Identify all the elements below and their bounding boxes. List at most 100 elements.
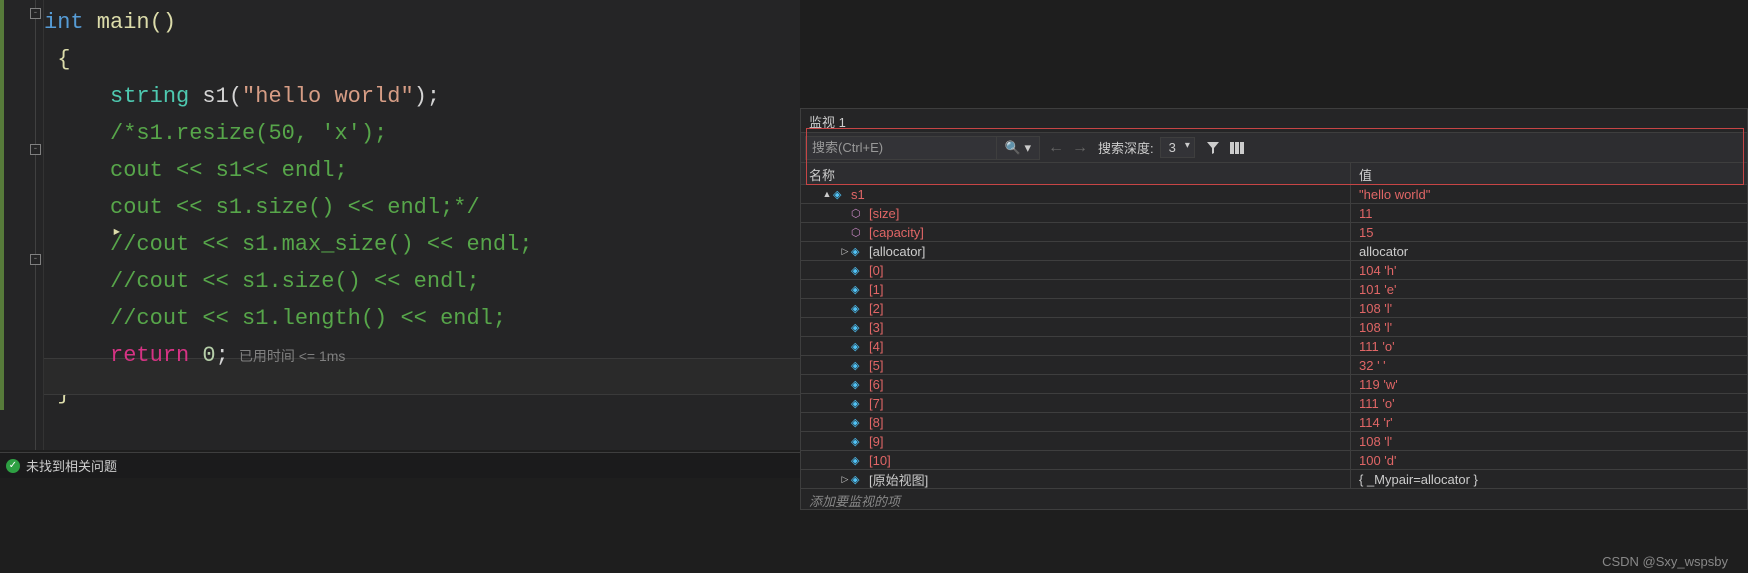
variable-value: 11	[1351, 206, 1747, 221]
row-name: ▷◈[0]	[801, 261, 1351, 279]
watch-header: 名称 值	[801, 163, 1747, 185]
cube-icon: ◈	[851, 416, 865, 429]
semicolon: ;	[216, 343, 229, 368]
nav-forward-icon[interactable]: →	[1068, 139, 1092, 157]
watch-row[interactable]: ▷◈[0]104 'h'	[801, 261, 1747, 280]
hexagon-icon: ⬡	[851, 207, 865, 220]
code-line: //cout << s1.length() << endl;	[44, 300, 800, 337]
status-text: 未找到相关问题	[26, 456, 117, 475]
watch-row[interactable]: ▷◈[1]101 'e'	[801, 280, 1747, 299]
fold-box-icon[interactable]: -	[30, 254, 41, 265]
variable-value: 108 'l'	[1351, 320, 1747, 335]
fn-main: main()	[84, 10, 176, 35]
watch-row[interactable]: ▷◈ [原始视图] { _Mypair=allocator }	[801, 470, 1747, 489]
search-depth-select[interactable]: 3	[1160, 137, 1195, 158]
variable-name: s1	[851, 187, 865, 202]
variable-name: [4]	[869, 339, 883, 354]
expander-icon[interactable]: ▷	[839, 246, 851, 257]
variable-name: [原始视图]	[869, 470, 928, 489]
code-content[interactable]: ▸ int main() { string s1("hello world");…	[44, 0, 800, 450]
cube-icon: ◈	[851, 264, 865, 277]
code-line: //cout << s1.max_size() << endl;	[44, 226, 800, 263]
watch-toolbar: 🔍 ▾ ← → 搜索深度: 3	[801, 133, 1747, 163]
search-box[interactable]: 🔍 ▾	[805, 136, 1040, 160]
watch-row[interactable]: ▷◈[allocator]allocator	[801, 242, 1747, 261]
watch-row[interactable]: ▷◈[2]108 'l'	[801, 299, 1747, 318]
variable-value: 114 'r'	[1351, 415, 1747, 430]
string-literal: "hello world"	[242, 84, 414, 109]
variable-value: 104 'h'	[1351, 263, 1747, 278]
watch-row[interactable]: ▷◈[6]119 'w'	[801, 375, 1747, 394]
fold-box-icon[interactable]: -	[30, 144, 41, 155]
code-line: string s1("hello world");	[44, 78, 800, 115]
watch-panel: 监视 1 🔍 ▾ ← → 搜索深度: 3 名称 值 ▲◈s1"hello wor…	[800, 108, 1748, 510]
watch-row[interactable]: ▷⬡[capacity]15	[801, 223, 1747, 242]
filter-icon[interactable]	[1205, 140, 1221, 156]
fold-guide-line	[35, 0, 36, 450]
cube-icon: ◈	[851, 397, 865, 410]
keyword-int: int	[44, 10, 84, 35]
fold-box-icon[interactable]: -	[30, 8, 41, 19]
watermark: CSDN @Sxy_wspsby	[1602, 554, 1728, 569]
watch-row[interactable]: ▷◈[8]114 'r'	[801, 413, 1747, 432]
expander-icon[interactable]: ▷	[839, 474, 851, 485]
watch-row[interactable]: ▷◈[9]108 'l'	[801, 432, 1747, 451]
cube-icon: ◈	[851, 302, 865, 315]
comment: //cout << s1.max_size() << endl;	[110, 232, 532, 257]
watch-row[interactable]: ▷◈[4]111 'o'	[801, 337, 1747, 356]
code-line: cout << s1<< endl;	[44, 152, 800, 189]
breakpoint-arrow-icon: ▸	[112, 214, 122, 251]
expander-icon[interactable]: ▲	[821, 189, 833, 199]
row-name: ▷◈[5]	[801, 356, 1351, 374]
variable-value: 108 'l'	[1351, 434, 1747, 449]
variable-name: [3]	[869, 320, 883, 335]
code-line: //cout << s1.size() << endl;	[44, 263, 800, 300]
row-name: ▷◈ [原始视图]	[801, 470, 1351, 488]
row-name: ▷◈[4]	[801, 337, 1351, 355]
search-icon[interactable]: 🔍 ▾	[996, 137, 1039, 159]
cube-icon: ◈	[851, 435, 865, 448]
watch-row[interactable]: ▷◈[5]32 ' '	[801, 356, 1747, 375]
nav-back-icon[interactable]: ←	[1044, 139, 1068, 157]
watch-row[interactable]: ▷◈[7]111 'o'	[801, 394, 1747, 413]
variable-name: [capacity]	[869, 225, 924, 240]
var-s1: s1	[189, 84, 229, 109]
comment: cout << s1.size() << endl;*/	[110, 195, 480, 220]
col-header-value[interactable]: 值	[1351, 163, 1747, 184]
code-line: /*s1.resize(50, 'x');	[44, 115, 800, 152]
variable-name: [2]	[869, 301, 883, 316]
row-name: ▷◈[7]	[801, 394, 1351, 412]
row-name: ▷⬡[size]	[801, 204, 1351, 222]
status-bar: ✓ 未找到相关问题	[0, 452, 800, 478]
row-name: ▷◈[10]	[801, 451, 1351, 469]
variable-name: [allocator]	[869, 244, 925, 259]
variable-name: [size]	[869, 206, 899, 221]
variable-name: [8]	[869, 415, 883, 430]
cube-icon: ◈	[851, 359, 865, 372]
watch-row[interactable]: ▷◈[3]108 'l'	[801, 318, 1747, 337]
variable-name: [9]	[869, 434, 883, 449]
cube-icon: ◈	[851, 340, 865, 353]
variable-value: 101 'e'	[1351, 282, 1747, 297]
code-line: cout << s1.size() << endl;*/	[44, 189, 800, 226]
code-line: {	[44, 41, 800, 78]
add-watch-item[interactable]: 添加要监视的项	[801, 489, 1747, 509]
variable-value: allocator	[1351, 244, 1747, 259]
watch-row[interactable]: ▷◈[10]100 'd'	[801, 451, 1747, 470]
watch-row[interactable]: ▲◈s1"hello world"	[801, 185, 1747, 204]
cube-icon: ◈	[851, 473, 865, 486]
watch-row[interactable]: ▷⬡[size]11	[801, 204, 1747, 223]
search-input[interactable]	[806, 140, 996, 155]
variable-value: 119 'w'	[1351, 377, 1747, 392]
editor-gutter: - - -	[0, 0, 44, 450]
row-name: ▷◈[6]	[801, 375, 1351, 393]
variable-value: { _Mypair=allocator }	[1351, 472, 1747, 487]
columns-icon[interactable]	[1229, 140, 1245, 156]
row-name: ▷◈[3]	[801, 318, 1351, 336]
col-header-name[interactable]: 名称	[801, 163, 1351, 184]
comment: //cout << s1.length() << endl;	[110, 306, 506, 331]
variable-value: 111 'o'	[1351, 396, 1747, 411]
search-depth-label: 搜索深度:	[1098, 138, 1154, 157]
number-zero: 0	[189, 343, 215, 368]
variable-name: [1]	[869, 282, 883, 297]
